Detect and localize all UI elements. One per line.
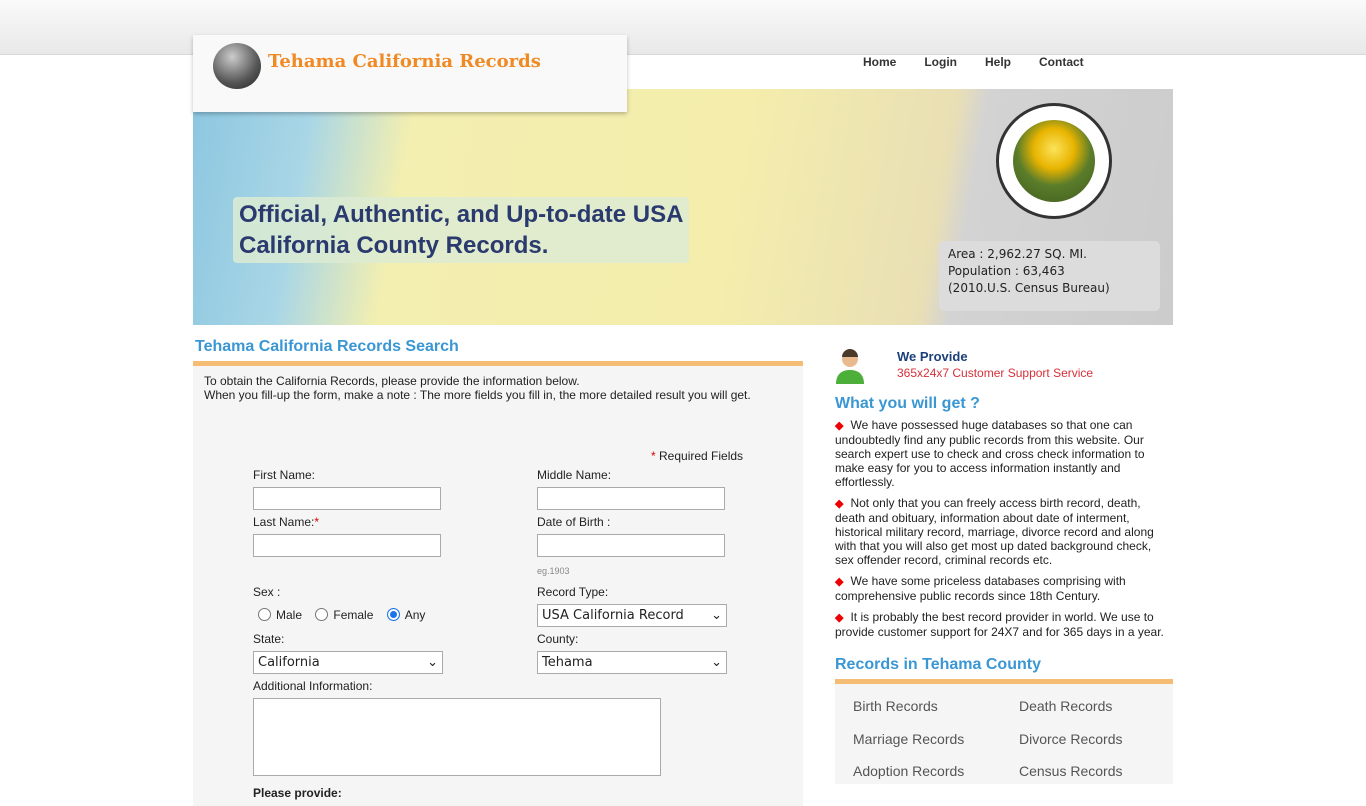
first-name-input[interactable] xyxy=(253,487,441,510)
nav-home[interactable]: Home xyxy=(863,55,896,69)
radio-male[interactable] xyxy=(258,608,271,621)
any-label: Any xyxy=(404,608,426,622)
census-box: Area : 2,962.27 SQ. MI. Population : 63,… xyxy=(939,241,1160,311)
point-text: We have some priceless databases compris… xyxy=(835,574,1126,603)
diamond-bullet-icon: ◆ xyxy=(835,612,844,624)
point-text: We have possessed huge databases so that… xyxy=(835,418,1145,489)
main-nav: Home Login Help Contact xyxy=(863,55,1112,69)
support-agent-icon xyxy=(836,349,864,384)
record-type-label: Record Type: xyxy=(537,585,609,599)
dob-hint: eg.1903 xyxy=(537,566,570,576)
search-title: Tehama California Records Search xyxy=(195,338,459,355)
map-banner: Official, Authentic, and Up-to-date USA C… xyxy=(193,89,1173,325)
chevron-down-icon: ⌄ xyxy=(711,655,722,670)
census-source: (2010.U.S. Census Bureau) xyxy=(948,281,1110,295)
we-provide-subtitle: 365x24x7 Customer Support Service xyxy=(897,366,1094,380)
records-links: Birth Records Death Records Marriage Rec… xyxy=(835,684,1173,784)
last-name-input[interactable] xyxy=(253,534,441,557)
intro-line-2: When you fill-up the form, make a note :… xyxy=(204,388,751,402)
county-seal xyxy=(996,103,1112,219)
middle-name-input[interactable] xyxy=(537,487,725,510)
headline-line-1: Official, Authentic, and Up-to-date USA xyxy=(239,201,684,228)
state-value: California xyxy=(258,655,320,670)
required-mark: * xyxy=(314,515,320,529)
last-name-label: Last Name: xyxy=(253,515,315,529)
headline-line-2: California County Records. xyxy=(239,232,549,259)
search-form: To obtain the California Records, please… xyxy=(193,366,803,806)
dob-input[interactable] xyxy=(537,534,725,557)
state-label: State: xyxy=(253,632,285,646)
what-you-get-title: What you will get ? xyxy=(835,395,980,412)
we-provide-title: We Provide xyxy=(897,349,968,364)
first-name-label: First Name: xyxy=(253,468,316,482)
please-provide-label: Please provide: xyxy=(253,786,342,800)
area: Area : 2,962.27 SQ. MI. xyxy=(948,247,1087,261)
required-label: Required Fields xyxy=(659,449,744,463)
list-item: ◆ It is probably the best record provider… xyxy=(835,610,1165,639)
link-census-records[interactable]: Census Records xyxy=(1019,763,1179,784)
middle-name-label: Middle Name: xyxy=(537,468,612,482)
banner-headline: Official, Authentic, and Up-to-date USA C… xyxy=(233,197,690,263)
list-item: ◆ We have possessed huge databases so tha… xyxy=(835,418,1165,489)
sex-radio-group: Male Female Any xyxy=(258,608,425,622)
site-title: Tehama California Records xyxy=(268,51,541,72)
site-logo[interactable]: Tehama California Records xyxy=(193,35,627,112)
required-note: * Required Fields xyxy=(651,449,743,463)
point-text: Not only that you can freely access birt… xyxy=(835,496,1154,567)
record-type-value: USA California Record xyxy=(542,608,684,623)
female-label: Female xyxy=(333,608,374,622)
records-title: Records in Tehama County xyxy=(835,656,1041,673)
male-label: Male xyxy=(276,608,303,622)
point-text: It is probably the best record provider … xyxy=(835,610,1164,639)
link-adoption-records[interactable]: Adoption Records xyxy=(853,763,1019,784)
list-item: ◆ We have some priceless databases compri… xyxy=(835,574,1165,603)
bear-logo-icon xyxy=(213,43,261,89)
diamond-bullet-icon: ◆ xyxy=(835,498,844,510)
diamond-bullet-icon: ◆ xyxy=(835,420,844,432)
seal-emblem-icon xyxy=(1013,120,1095,202)
sex-label: Sex : xyxy=(253,585,281,599)
link-divorce-records[interactable]: Divorce Records xyxy=(1019,731,1179,752)
diamond-bullet-icon: ◆ xyxy=(835,576,844,588)
nav-help[interactable]: Help xyxy=(985,55,1011,69)
nav-login[interactable]: Login xyxy=(924,55,957,69)
benefits-list: ◆ We have possessed huge databases so tha… xyxy=(835,418,1165,646)
radio-female[interactable] xyxy=(315,608,329,621)
link-death-records[interactable]: Death Records xyxy=(1019,698,1179,719)
population: Population : 63,463 xyxy=(948,264,1065,278)
state-select[interactable]: California ⌄ xyxy=(253,651,443,674)
county-label: County: xyxy=(537,632,579,646)
dob-label: Date of Birth : xyxy=(537,515,611,529)
additional-label: Additional Information: xyxy=(253,679,373,693)
search-section: Tehama California Records Search To obta… xyxy=(193,335,803,806)
county-select[interactable]: Tehama ⌄ xyxy=(537,651,727,674)
additional-textarea[interactable] xyxy=(253,698,661,776)
chevron-down-icon: ⌄ xyxy=(711,608,722,623)
link-marriage-records[interactable]: Marriage Records xyxy=(853,731,1019,752)
intro-line-1: To obtain the California Records, please… xyxy=(204,374,580,388)
list-item: ◆ Not only that you can freely access bir… xyxy=(835,496,1165,567)
link-birth-records[interactable]: Birth Records xyxy=(853,698,1019,719)
intro: To obtain the California Records, please… xyxy=(204,374,751,402)
radio-any[interactable] xyxy=(386,608,400,621)
county-value: Tehama xyxy=(542,655,593,670)
nav-contact[interactable]: Contact xyxy=(1039,55,1084,69)
required-mark: * xyxy=(651,449,656,463)
record-type-select[interactable]: USA California Record ⌄ xyxy=(537,604,727,627)
chevron-down-icon: ⌄ xyxy=(427,655,438,670)
